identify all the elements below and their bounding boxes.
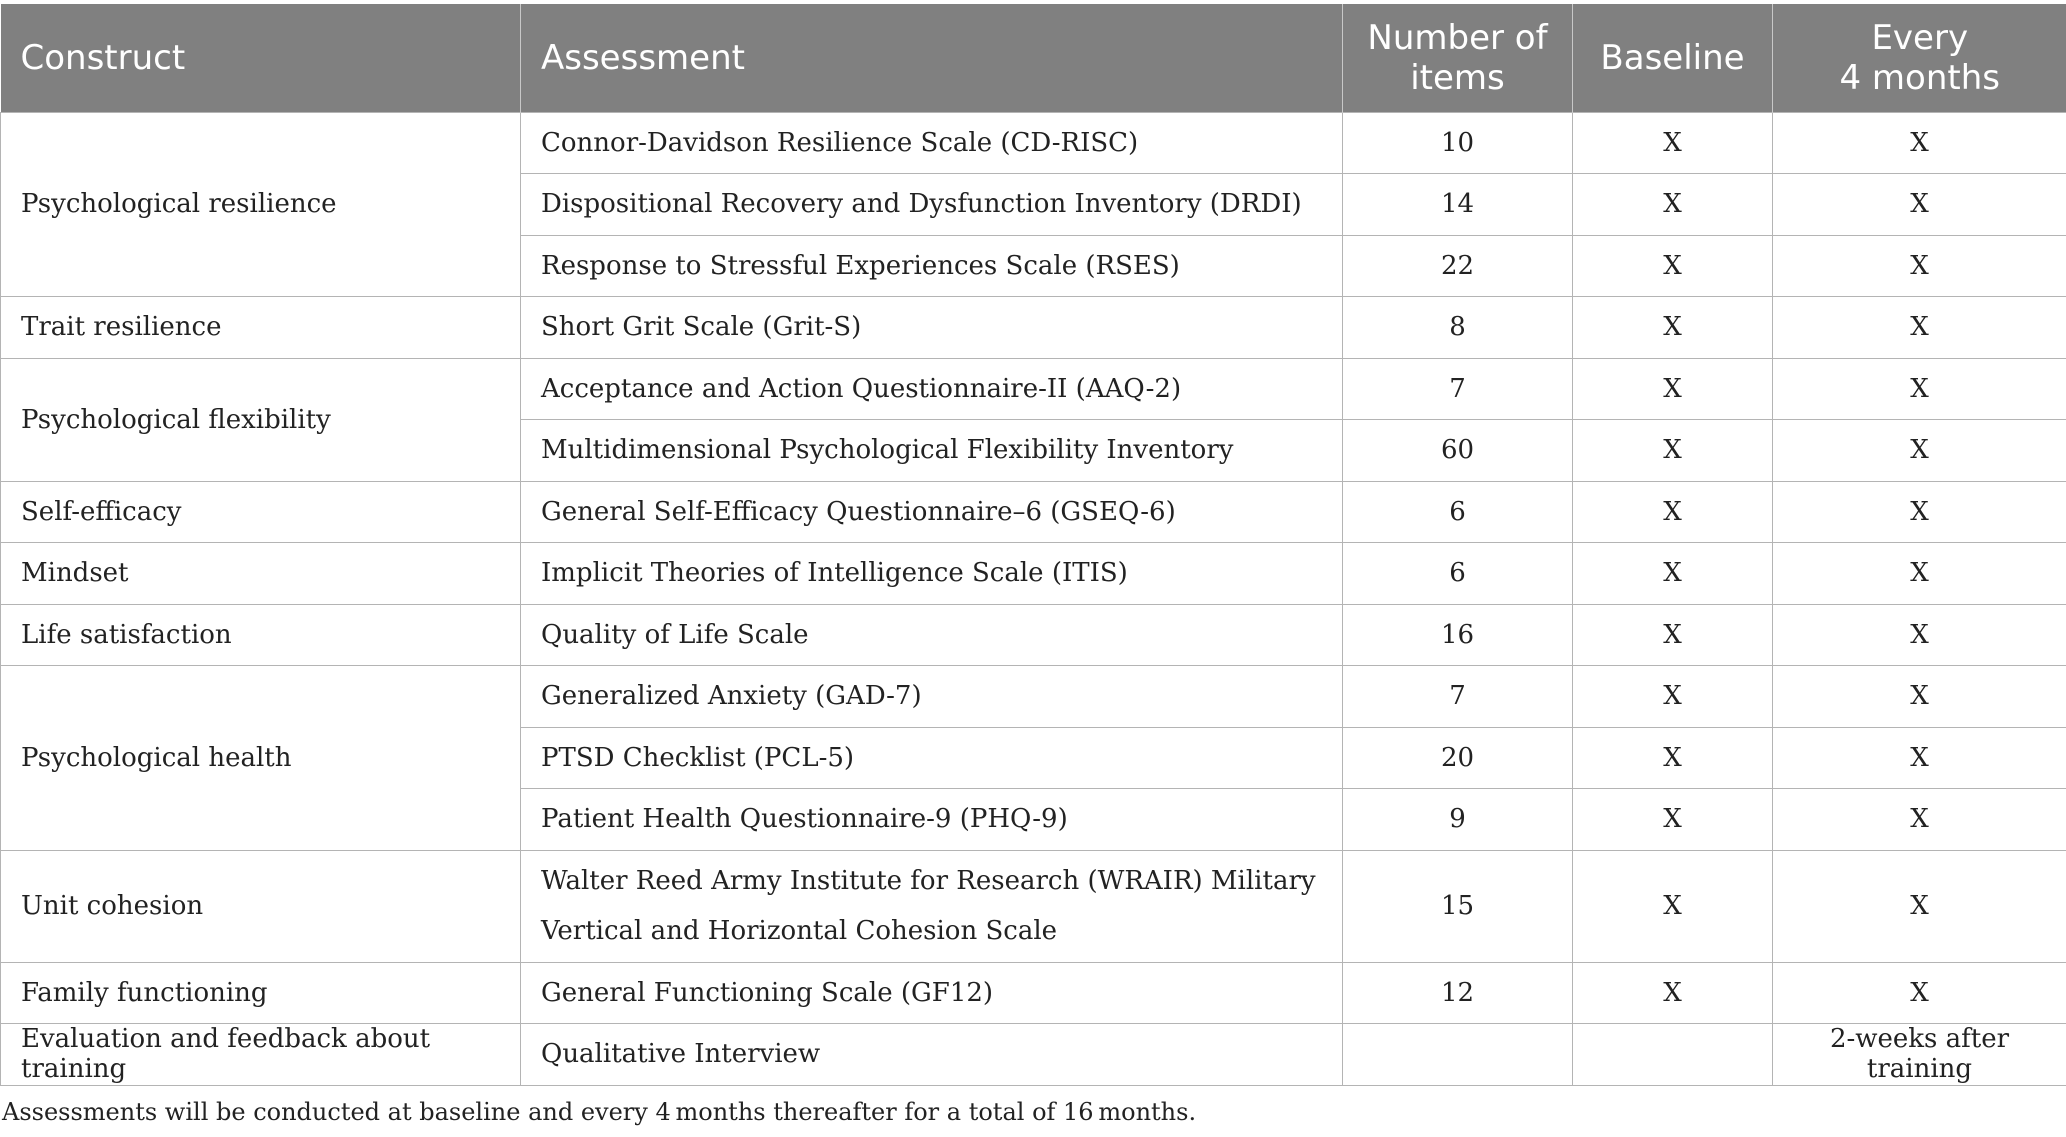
baseline-cell: X — [1572, 849, 1773, 963]
every-4-months-cell: X — [1772, 111, 2066, 174]
header-number-of-items: Number of items — [1342, 4, 1573, 112]
every-4-months-cell: X — [1772, 296, 2066, 359]
items-cell: 22 — [1342, 234, 1573, 297]
baseline-cell: X — [1572, 173, 1773, 236]
assessment-cell: Response to Stressful Experiences Scale … — [520, 234, 1343, 297]
table-container: Construct Assessment Number of items Base… — [0, 4, 2066, 1086]
table-row: Mindset Implicit Theories of Intelligenc… — [0, 542, 2066, 605]
baseline-cell: X — [1572, 726, 1773, 789]
every-4-months-cell: X — [1772, 419, 2066, 482]
every-4-months-cell: X — [1772, 665, 2066, 728]
table-footnote: Assessments will be conducted at baselin… — [2, 1098, 1197, 1126]
baseline-cell: X — [1572, 296, 1773, 359]
construct-cell: Psychological resilience — [0, 111, 521, 297]
every-4-months-cell: 2-weeks after training — [1772, 1023, 2066, 1086]
every-4-months-cell: X — [1772, 849, 2066, 963]
header-assessment: Assessment — [520, 4, 1343, 112]
assessment-cell: Quality of Life Scale — [520, 603, 1343, 666]
items-cell: 7 — [1342, 357, 1573, 420]
assessment-cell: Implicit Theories of Intelligence Scale … — [520, 542, 1343, 605]
construct-cell: Mindset — [0, 542, 521, 605]
assessment-cell: Dispositional Recovery and Dysfunction I… — [520, 173, 1343, 236]
baseline-cell: X — [1572, 542, 1773, 605]
assessment-cell: Acceptance and Action Questionnaire-II (… — [520, 357, 1343, 420]
construct-cell: Psychological flexibility — [0, 357, 521, 482]
header-items-line1: Number of — [1367, 17, 1548, 58]
construct-cell: Self-efficacy — [0, 480, 521, 543]
table-row: Trait resilience Short Grit Scale (Grit-… — [0, 296, 2066, 359]
construct-cell: Evaluation and feedback about training — [0, 1023, 521, 1086]
table-row: Evaluation and feedback about training Q… — [0, 1023, 2066, 1086]
header-every-line1: Every — [1871, 17, 1969, 58]
assessment-cell: Patient Health Questionnaire-9 (PHQ-9) — [520, 788, 1343, 851]
header-items-line2: items — [1410, 57, 1505, 98]
baseline-cell: X — [1572, 665, 1773, 728]
assessment-line1: Walter Reed Army Institute for Research … — [541, 866, 1316, 896]
table-row: Psychological flexibility Acceptance and… — [0, 357, 2066, 482]
items-cell: 14 — [1342, 173, 1573, 236]
items-cell: 6 — [1342, 480, 1573, 543]
every-4-months-cell: X — [1772, 726, 2066, 789]
table-body: Psychological resilience Connor-Davidson… — [0, 111, 2066, 1086]
baseline-cell: X — [1572, 357, 1773, 420]
items-cell: 12 — [1342, 961, 1573, 1024]
items-cell: 6 — [1342, 542, 1573, 605]
construct-cell: Psychological health — [0, 665, 521, 851]
baseline-cell: X — [1572, 788, 1773, 851]
construct-cell: Life satisfaction — [0, 603, 521, 666]
items-cell — [1342, 1023, 1573, 1086]
construct-cell: Unit cohesion — [0, 849, 521, 963]
assessment-cell: General Self-Efficacy Questionnaire–6 (G… — [520, 480, 1343, 543]
table-row: Self-efficacy General Self-Efficacy Ques… — [0, 480, 2066, 543]
assessment-cell: Connor-Davidson Resilience Scale (CD-RIS… — [520, 111, 1343, 174]
items-cell: 20 — [1342, 726, 1573, 789]
every-4-months-cell: X — [1772, 788, 2066, 851]
assessment-cell: Short Grit Scale (Grit-S) — [520, 296, 1343, 359]
baseline-cell: X — [1572, 111, 1773, 174]
header-construct: Construct — [0, 4, 521, 112]
every-4-months-cell: X — [1772, 480, 2066, 543]
baseline-cell: X — [1572, 961, 1773, 1024]
assessment-cell: PTSD Checklist (PCL-5) — [520, 726, 1343, 789]
table-row: Psychological health Generalized Anxiety… — [0, 665, 2066, 851]
table-row: Family functioning General Functioning S… — [0, 961, 2066, 1024]
header-baseline: Baseline — [1572, 4, 1773, 112]
construct-cell: Trait resilience — [0, 296, 521, 359]
assessment-schedule-table: Construct Assessment Number of items Base… — [0, 4, 2066, 1086]
items-cell: 16 — [1342, 603, 1573, 666]
baseline-cell: X — [1572, 419, 1773, 482]
items-cell: 15 — [1342, 849, 1573, 963]
construct-cell: Family functioning — [0, 961, 521, 1024]
header-every-4-months: Every 4 months — [1772, 4, 2066, 112]
items-cell: 7 — [1342, 665, 1573, 728]
assessment-cell: Qualitative Interview — [520, 1023, 1343, 1086]
every-4-months-cell: X — [1772, 234, 2066, 297]
table-row: Psychological resilience Connor-Davidson… — [0, 111, 2066, 297]
every-4-months-cell: X — [1772, 542, 2066, 605]
header-row: Construct Assessment Number of items Base… — [0, 4, 2066, 112]
assessment-cell: Multidimensional Psychological Flexibili… — [520, 419, 1343, 482]
baseline-cell — [1572, 1023, 1773, 1086]
table-header: Construct Assessment Number of items Base… — [0, 4, 2066, 112]
assessment-cell: General Functioning Scale (GF12) — [520, 961, 1343, 1024]
every-4-months-cell: X — [1772, 357, 2066, 420]
baseline-cell: X — [1572, 603, 1773, 666]
assessment-cell: Walter Reed Army Institute for Research … — [520, 849, 1343, 963]
assessment-line2: Vertical and Horizontal Cohesion Scale — [541, 916, 1058, 946]
items-cell: 10 — [1342, 111, 1573, 174]
every-4-months-cell: X — [1772, 603, 2066, 666]
table-row: Unit cohesion Walter Reed Army Institute… — [0, 849, 2066, 963]
baseline-cell: X — [1572, 480, 1773, 543]
assessment-cell: Generalized Anxiety (GAD-7) — [520, 665, 1343, 728]
every-4-months-cell: X — [1772, 173, 2066, 236]
items-cell: 9 — [1342, 788, 1573, 851]
baseline-cell: X — [1572, 234, 1773, 297]
items-cell: 60 — [1342, 419, 1573, 482]
header-every-line2: 4 months — [1839, 57, 2000, 98]
table-row: Life satisfaction Quality of Life Scale … — [0, 603, 2066, 666]
every-4-months-cell: X — [1772, 961, 2066, 1024]
items-cell: 8 — [1342, 296, 1573, 359]
